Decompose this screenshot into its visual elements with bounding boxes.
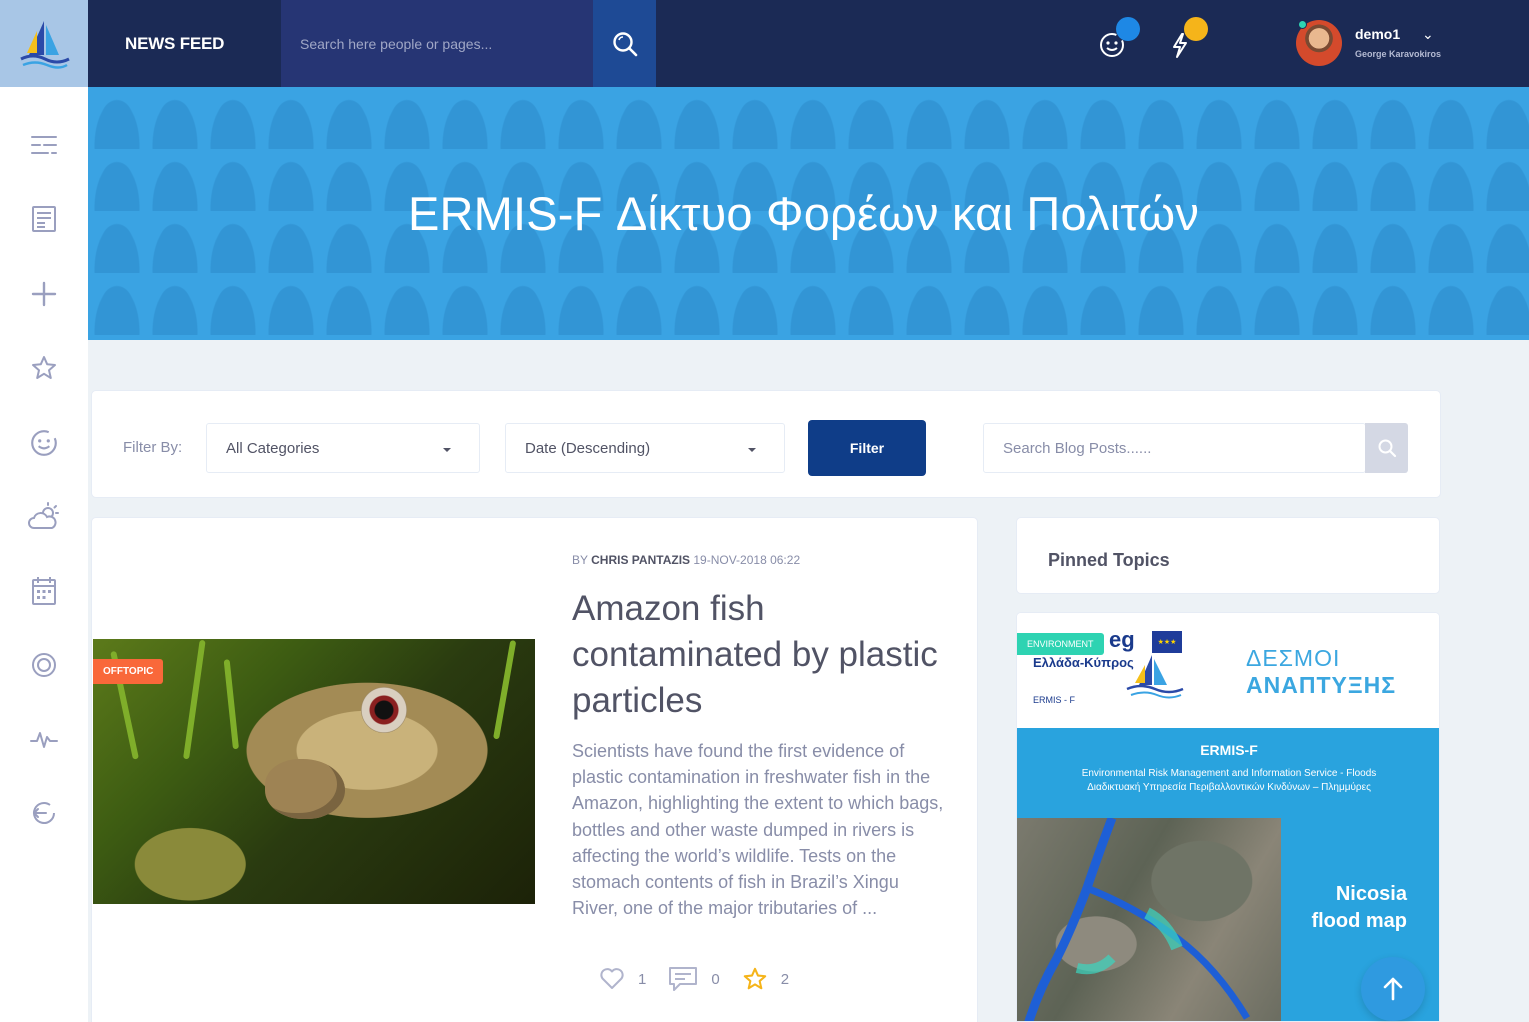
filter-button[interactable]: Filter	[808, 420, 926, 476]
sailboat-logo-icon	[1126, 655, 1184, 699]
pinned-topics-header: Pinned Topics	[1016, 517, 1440, 594]
favourite-button[interactable]: 2	[742, 966, 789, 992]
blog-search-input[interactable]	[984, 424, 1365, 472]
header-banner: ERMIS-F Δίκτυο Φορέων και Πολιτών	[88, 87, 1529, 340]
like-button[interactable]: 1	[599, 967, 646, 991]
blog-post-card: OFFTOPIC BY CHRIS PANTAZIS 19-NOV-2018 0…	[91, 517, 978, 1022]
comment-icon	[669, 967, 698, 991]
fish-eye	[361, 687, 407, 733]
sidebar-item-stats[interactable]	[24, 719, 64, 759]
fish-mouth	[265, 759, 345, 819]
star-icon	[743, 967, 766, 990]
post-author[interactable]: CHRIS PANTAZIS	[591, 553, 690, 567]
post-image[interactable]: OFFTOPIC	[93, 639, 535, 904]
arrow-up-icon	[1383, 977, 1403, 1001]
post-excerpt: Scientists have found the first evidence…	[572, 741, 944, 919]
filter-label: Filter By:	[123, 439, 183, 456]
caret-down-icon	[443, 448, 451, 452]
headline-line-2: ΑΝΑΠΤΥΞΗΣ	[1246, 672, 1397, 698]
post-actions: 1 0 2	[599, 966, 811, 992]
global-search-input[interactable]	[281, 0, 593, 87]
user-menu[interactable]: demo1 ⌄ George Karavokiros	[1296, 20, 1496, 66]
calendar-icon	[32, 577, 56, 605]
activity-button[interactable]	[1160, 17, 1208, 65]
notification-dot	[1116, 17, 1140, 41]
search-icon	[612, 31, 637, 56]
flood-river-overlay	[1024, 818, 1251, 1021]
chevron-down-icon: ⌄	[1422, 26, 1434, 42]
pinned-card-banner: ENVIRONMENT eg ★★★ Ελλάδα-Κύπρος ERMIS -…	[1017, 613, 1439, 728]
like-count: 1	[638, 970, 647, 988]
project-title: ERMIS-F	[1200, 742, 1258, 758]
online-status-indicator	[1298, 20, 1307, 29]
project-description-gr: Διαδικτυακή Υπηρεσία Περιβαλλοντικών Κιν…	[1087, 782, 1371, 793]
pinned-topics-title: Pinned Topics	[1048, 550, 1170, 570]
user-name: demo1	[1355, 26, 1401, 42]
sort-select[interactable]: Date (Descending)	[505, 423, 785, 473]
menu-lines-icon	[31, 136, 57, 154]
friend-requests-button[interactable]	[1092, 17, 1140, 65]
heartbeat-icon	[30, 732, 58, 748]
happy-face-icon	[31, 430, 57, 456]
favourite-count: 2	[780, 970, 790, 988]
eu-flag-icon: ★★★	[1152, 631, 1182, 653]
project-description-en: Environmental Risk Management and Inform…	[1081, 768, 1377, 779]
sidebar-item-friends[interactable]	[24, 423, 64, 463]
plant-decoration	[223, 659, 239, 750]
site-logo[interactable]	[0, 0, 88, 87]
search-icon	[1378, 439, 1396, 458]
comment-button[interactable]: 0	[668, 966, 720, 992]
sidebar-item-weather[interactable]	[24, 497, 64, 537]
sidebar-item-logout[interactable]	[24, 793, 64, 833]
map-label: Nicosia flood map	[1311, 883, 1407, 932]
headline-line-1: ΔΕΣΜΟΙ	[1246, 645, 1341, 671]
pinned-card-headline: ΔΕΣΜΟΙ ΑΝΑΠΤΥΞΗΣ	[1246, 645, 1396, 699]
target-icon	[32, 653, 56, 677]
user-full-name: George Karavokiros	[1355, 49, 1442, 59]
post-title[interactable]: Amazon fish contaminated by plastic part…	[572, 586, 962, 724]
sailboat-logo-icon	[20, 20, 70, 69]
sidebar-item-community[interactable]	[24, 645, 64, 685]
sidebar-item-calendar[interactable]	[24, 571, 64, 611]
refresh-icon	[33, 802, 55, 824]
comment-count: 0	[711, 970, 720, 988]
interreg-logo-text: eg	[1109, 627, 1135, 652]
caret-down-icon	[748, 448, 756, 452]
post-meta: BY CHRIS PANTAZIS 19-NOV-2018 06:22	[572, 553, 800, 567]
heart-icon	[600, 968, 624, 989]
blog-filter-bar: Filter By: All Categories Date (Descendi…	[91, 390, 1441, 498]
blog-search	[983, 423, 1366, 473]
back-to-top-button[interactable]	[1361, 957, 1425, 1021]
sidebar-item-newsfeed[interactable]	[24, 199, 64, 239]
flood-map-image	[1017, 818, 1281, 1021]
star-icon	[32, 356, 56, 379]
page-name: NEWS FEED	[125, 33, 225, 53]
category-select-value: All Categories	[226, 439, 320, 457]
global-search	[281, 0, 593, 87]
post-by-label: BY	[572, 553, 588, 567]
post-category-badge[interactable]: OFFTOPIC	[93, 659, 164, 684]
ermis-logo-label: ERMIS - F	[1033, 695, 1075, 705]
category-select[interactable]: All Categories	[206, 423, 480, 473]
plant-decoration	[183, 639, 206, 760]
weather-icon	[28, 502, 59, 529]
blog-search-button[interactable]	[1365, 423, 1408, 473]
sidebar-item-create[interactable]	[24, 274, 64, 314]
global-search-button[interactable]	[593, 0, 656, 87]
sidebar-item-menu[interactable]	[24, 125, 64, 165]
newsfeed-icon	[32, 206, 56, 232]
notification-dot	[1184, 17, 1208, 41]
top-bar: NEWS FEED demo1 ⌄ George Karavokiros	[0, 0, 1529, 87]
plus-icon	[31, 281, 57, 307]
pinned-category-badge[interactable]: ENVIRONMENT	[1017, 633, 1104, 655]
sidebar-item-favourites[interactable]	[24, 348, 64, 388]
left-sidebar	[0, 87, 88, 1022]
post-date: 19-NOV-2018 06:22	[693, 553, 801, 567]
banner-title: ERMIS-F Δίκτυο Φορέων και Πολιτών	[407, 187, 1200, 240]
plant-decoration	[493, 639, 517, 740]
sort-select-value: Date (Descending)	[525, 439, 651, 457]
